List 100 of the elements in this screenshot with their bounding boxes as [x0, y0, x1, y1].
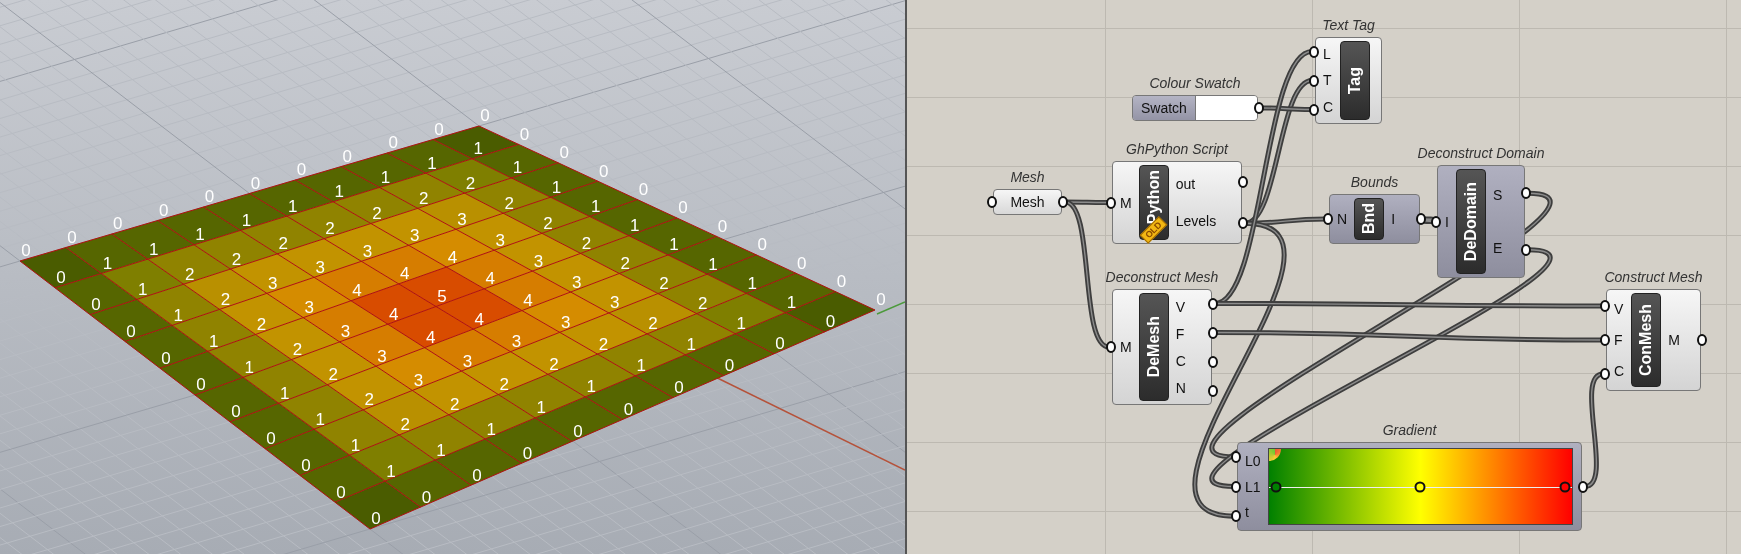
vertex-label: 1	[315, 409, 325, 429]
port-icon[interactable]	[1208, 355, 1218, 368]
port-icon[interactable]	[1323, 213, 1333, 225]
vertex-label: 0	[196, 375, 206, 395]
port-icon[interactable]	[1231, 510, 1241, 523]
port-icon[interactable]	[987, 196, 997, 208]
port-label: V	[1174, 298, 1186, 315]
vertex-label: 3	[409, 225, 420, 245]
port-icon[interactable]	[1521, 243, 1531, 256]
port-icon[interactable]	[1697, 334, 1707, 346]
port-icon[interactable]	[1106, 196, 1116, 209]
port-label: M	[1119, 339, 1133, 355]
vertex-label: 0	[559, 143, 569, 163]
vertex-label: 1	[486, 419, 496, 439]
port-icon[interactable]	[1600, 368, 1610, 380]
vertex-label: 0	[231, 402, 241, 422]
vertex-label: 2	[256, 314, 267, 334]
port-icon[interactable]	[1238, 175, 1248, 188]
port-icon[interactable]	[1106, 341, 1116, 353]
vertex-label: 1	[386, 461, 396, 481]
gradient-handle[interactable]	[1559, 481, 1571, 492]
component-body[interactable]: N Bnd I	[1329, 194, 1420, 244]
port-label: C	[1174, 352, 1187, 369]
vertex-label: 1	[786, 293, 797, 313]
vertex-label: 0	[266, 429, 276, 449]
vertex-label: 0	[825, 312, 836, 332]
vertex-label: 4	[523, 291, 533, 311]
port-icon[interactable]	[1058, 196, 1068, 208]
vertex-label: 2	[364, 390, 374, 410]
vertex-label: 1	[669, 235, 679, 255]
component-body[interactable]: L T C Tag	[1315, 37, 1382, 124]
vertex-label: 1	[244, 357, 254, 377]
component-nickname: Tag	[1346, 66, 1365, 95]
port-label: out	[1174, 175, 1197, 192]
component-title: Text Tag	[1322, 17, 1375, 33]
port-icon[interactable]	[1231, 480, 1241, 493]
port-icon[interactable]	[1416, 213, 1426, 225]
vertex-label: 0	[519, 124, 530, 144]
vertex-label: 1	[173, 305, 183, 325]
vertex-label: 2	[620, 253, 630, 273]
vertex-label: 4	[474, 309, 485, 329]
port-icon[interactable]	[1521, 187, 1531, 200]
vertex-label: 2	[581, 233, 592, 253]
vertex-label: 1	[241, 210, 252, 230]
vertex-label: 2	[278, 234, 288, 254]
vertex-label: 0	[775, 334, 785, 354]
component-title: Colour Swatch	[1149, 75, 1241, 91]
vertex-label: 0	[336, 482, 346, 502]
vertex-label: 3	[511, 332, 522, 352]
vertex-label: 0	[623, 400, 634, 419]
vertex-label: 0	[876, 290, 886, 310]
vertex-label: 3	[413, 370, 424, 390]
port-icon[interactable]	[1254, 102, 1264, 114]
port-label: N	[1174, 379, 1187, 396]
gradient-bar[interactable]	[1267, 448, 1573, 525]
gradient-handle[interactable]	[1270, 481, 1282, 492]
port-icon[interactable]	[1600, 334, 1610, 346]
corner-icon	[1268, 449, 1281, 461]
vertex-label: 0	[638, 180, 649, 200]
port-icon[interactable]	[1600, 300, 1610, 312]
vertex-label: 1	[736, 314, 747, 334]
vertex-label: 2	[697, 294, 708, 314]
vertex-label: 1	[686, 335, 696, 355]
component-title: Gradient	[1382, 422, 1437, 438]
gradient-handle[interactable]	[1414, 481, 1426, 492]
port-icon[interactable]	[1238, 217, 1248, 230]
port-label: C	[1322, 98, 1335, 115]
vertex-label: 2	[325, 219, 335, 239]
vertex-label: 0	[573, 421, 583, 441]
port-label: F	[1613, 332, 1624, 348]
vertex-label: 0	[388, 133, 398, 153]
vertex-label: 1	[536, 398, 546, 418]
component-nickname: DeDomain	[1461, 181, 1480, 262]
component-body[interactable]: L0 L1 t	[1237, 442, 1582, 531]
port-icon[interactable]	[1309, 45, 1319, 58]
vertex-label: 4	[447, 247, 458, 267]
vertex-label: 1	[334, 182, 344, 202]
port-icon[interactable]	[1578, 480, 1588, 493]
vertex-label: 1	[380, 167, 391, 187]
vertex-label: 1	[590, 196, 601, 216]
vertex-label: 0	[158, 201, 169, 220]
port-icon[interactable]	[1309, 103, 1319, 116]
port-icon[interactable]	[1208, 326, 1218, 339]
mesh-parameter[interactable]: Mesh	[993, 189, 1062, 215]
vertex-label: 3	[268, 273, 278, 293]
swatch-color[interactable]	[1195, 96, 1257, 120]
vertex-label: 0	[67, 228, 77, 247]
vertex-label: 0	[674, 378, 684, 398]
vertex-label: 4	[425, 328, 436, 348]
port-icon[interactable]	[1231, 450, 1241, 463]
port-icon[interactable]	[1431, 215, 1441, 228]
port-icon[interactable]	[1309, 74, 1319, 87]
vertex-label: 1	[586, 377, 596, 397]
port-label: L0	[1244, 452, 1262, 469]
vertex-label: 1	[473, 139, 483, 159]
port-icon[interactable]	[1208, 297, 1218, 310]
port-icon[interactable]	[1208, 384, 1218, 397]
vertex-label: 3	[495, 230, 505, 250]
vertex-label: 1	[747, 273, 757, 293]
vertex-label: 0	[342, 147, 353, 166]
